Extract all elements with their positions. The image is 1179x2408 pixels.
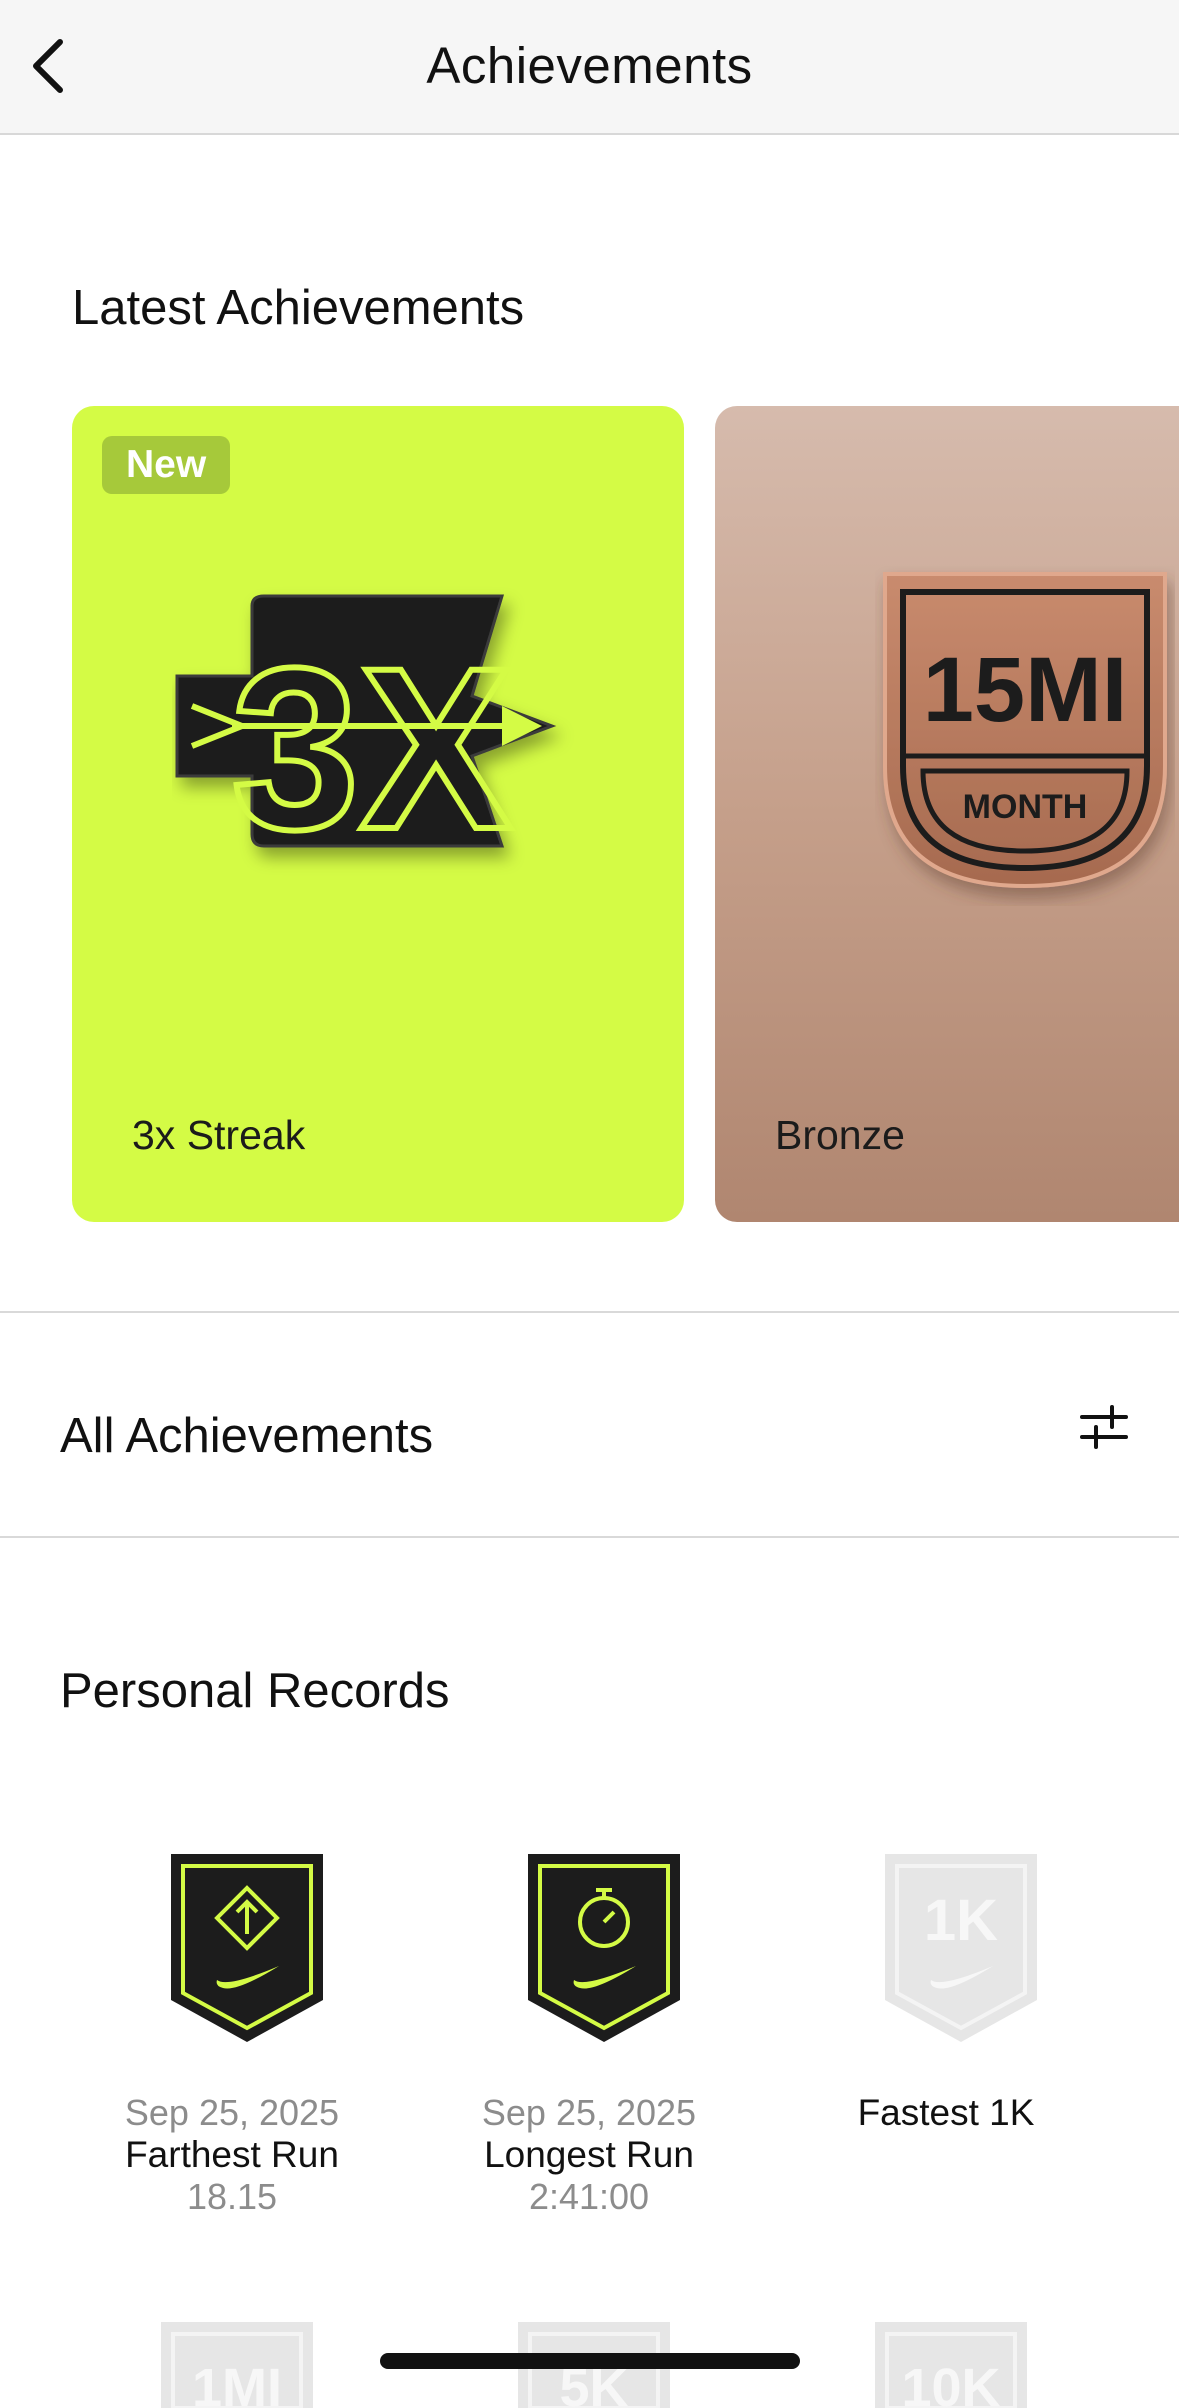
svg-text:1MI: 1MI — [192, 2358, 282, 2408]
record-name: Fastest 1K — [857, 2092, 1035, 2133]
fastest-1k-badge-icon: 1K — [885, 1854, 1037, 2042]
15mi-month-bronze-badge-icon: 15MI MONTH — [883, 572, 1167, 889]
personal-records-title: Personal Records — [60, 1664, 450, 1718]
home-indicator — [380, 2353, 800, 2369]
nav-bar: Achievements — [0, 0, 1179, 135]
svg-text:MONTH: MONTH — [963, 788, 1088, 826]
divider — [0, 1311, 1179, 1313]
record-value: 18.15 — [186, 2176, 278, 2217]
card-label: 3x Streak — [132, 1112, 306, 1158]
record-date: Sep 25, 2025 — [124, 2092, 340, 2133]
record-value: 2:41:00 — [528, 2176, 650, 2217]
new-badge: New — [102, 436, 231, 494]
3x-streak-badge-icon: 3X — [175, 594, 557, 876]
latest-achievements-title: Latest Achievements — [72, 281, 525, 335]
fastest-1mi-badge-icon[interactable]: 1MI — [157, 2318, 317, 2408]
svg-text:3X: 3X — [231, 620, 512, 876]
achievement-card-3x-streak[interactable]: New 3X 3x Streak — [72, 406, 684, 1222]
sliders-icon — [1080, 1405, 1128, 1449]
record-name: Longest Run — [484, 2134, 694, 2175]
divider — [0, 1536, 1179, 1538]
svg-text:15MI: 15MI — [923, 639, 1128, 741]
latest-achievements-carousel[interactable]: New 3X 3x Streak 15MI MONTH Bronze — [72, 406, 1179, 1222]
record-date: Sep 25, 2025 — [481, 2092, 697, 2133]
card-label: Bronze — [775, 1112, 905, 1158]
filter-button[interactable] — [1072, 1395, 1136, 1459]
page-title: Achievements — [426, 37, 753, 94]
fastest-10k-badge-icon[interactable]: 10K — [871, 2318, 1031, 2408]
longest-run-badge-icon — [528, 1854, 680, 2042]
achievement-card-bronze[interactable]: 15MI MONTH Bronze — [715, 406, 1179, 1222]
all-achievements-title[interactable]: All Achievements — [60, 1408, 433, 1464]
record-name: Farthest Run — [125, 2134, 339, 2175]
svg-text:1K: 1K — [924, 1888, 998, 1953]
svg-text:10K: 10K — [901, 2358, 1000, 2408]
farthest-run-badge-icon — [171, 1854, 323, 2042]
